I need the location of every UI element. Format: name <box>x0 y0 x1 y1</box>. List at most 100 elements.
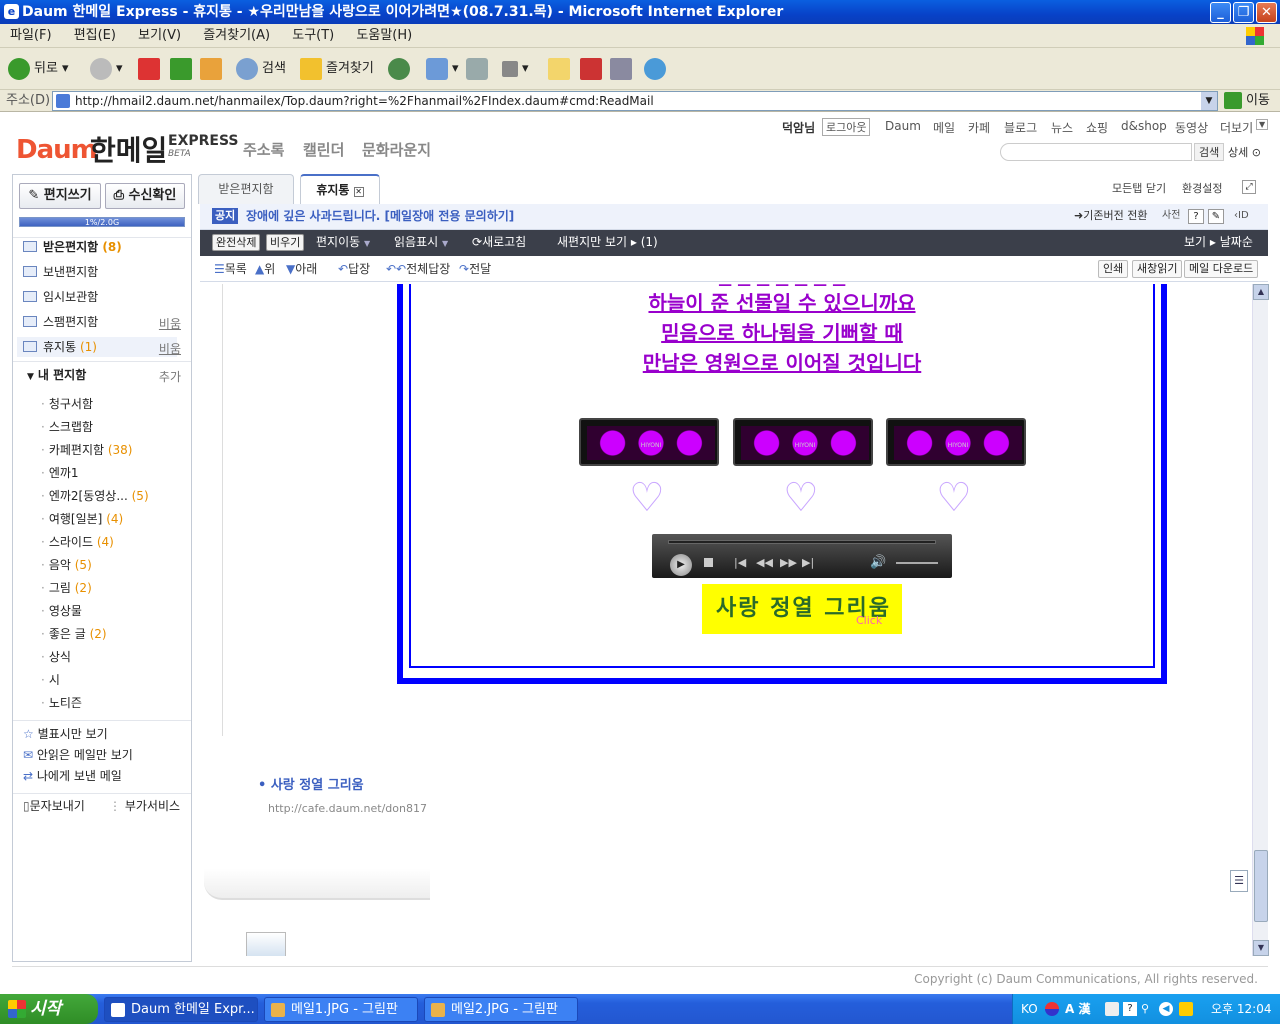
scroll-up-button[interactable]: ▲ <box>1253 284 1269 300</box>
close-button[interactable]: ✕ <box>1256 2 1277 23</box>
maximize-button[interactable]: ❐ <box>1233 2 1254 23</box>
my-folder-item[interactable]: 스라이드 (4) <box>41 533 114 551</box>
scroll-thumb[interactable] <box>1254 850 1268 922</box>
go-arrow-icon[interactable] <box>1224 92 1242 109</box>
my-folder-item[interactable]: 노티즌 <box>41 694 82 712</box>
seek-bar[interactable] <box>668 540 936 544</box>
address-input[interactable]: http://hmail2.daum.net/hanmailex/Top.dau… <box>52 91 1218 111</box>
new-only-toggle[interactable]: 새편지만 보기 ▸ (1) <box>557 230 658 254</box>
help-button[interactable]: ? <box>1188 209 1204 224</box>
refresh-mail-button[interactable]: ⟳새로고침 <box>472 230 526 254</box>
rewind-button[interactable]: ◀◀ <box>756 556 773 569</box>
my-folder-item[interactable]: 상식 <box>41 648 71 666</box>
refresh-button[interactable] <box>170 56 196 82</box>
reply-all-button[interactable]: ↶↶전체답장 <box>386 256 450 282</box>
help-tray-icon[interactable]: ? <box>1123 1002 1137 1016</box>
discuss-button[interactable] <box>548 56 574 82</box>
nav-more[interactable]: 더보기 <box>1220 119 1253 136</box>
daum-search-input[interactable] <box>1000 143 1192 161</box>
network-icon[interactable] <box>1179 1002 1193 1016</box>
my-folder-item[interactable]: 스크랩함 <box>41 418 93 436</box>
task-ie[interactable]: Daum 한메일 Expr... <box>104 997 258 1022</box>
menu-tools[interactable]: 도구(T) <box>292 28 334 43</box>
minimize-button[interactable]: _ <box>1210 2 1231 23</box>
menu-view[interactable]: 보기(V) <box>138 28 181 43</box>
close-all-tabs-button[interactable]: 모든탭 닫기 <box>1112 180 1166 196</box>
ime-icon[interactable] <box>1045 1002 1059 1016</box>
daum-logo[interactable]: Daum <box>16 135 98 165</box>
nav-shopping[interactable]: 쇼핑 <box>1086 119 1108 136</box>
speaker-icon[interactable]: ⚲ <box>1141 994 1149 1024</box>
volume-icon[interactable]: 🔊 <box>870 555 886 570</box>
my-folder-item[interactable]: 여행[일본] (4) <box>41 510 123 528</box>
id-button[interactable]: ‹ID <box>1234 204 1249 228</box>
logout-button[interactable]: 로그아웃 <box>822 118 871 136</box>
my-folders-header[interactable]: ▼ 내 편지함 <box>23 365 86 385</box>
vertical-scrollbar[interactable]: ▲ ▼ <box>1252 284 1269 956</box>
pen-icon[interactable]: ✎ <box>1208 209 1224 224</box>
starred-only-link[interactable]: ☆ 별표시만 보기 <box>23 725 108 743</box>
detail-search-button[interactable]: 상세 ⊙ <box>1228 144 1261 162</box>
menu-favorites[interactable]: 즐겨찾기(A) <box>203 28 270 43</box>
address-dropdown-icon[interactable]: ▼ <box>1201 92 1217 110</box>
reply-button[interactable]: ↶답장 <box>338 256 370 282</box>
menu-help[interactable]: 도움말(H) <box>356 28 412 43</box>
print-button[interactable]: 인쇄 <box>1098 260 1129 278</box>
fullscreen-icon[interactable]: ⤢ <box>1242 180 1256 194</box>
culture-lounge-link[interactable]: 문화라운지 <box>362 139 431 160</box>
mail-button[interactable]: ▾ <box>426 56 459 82</box>
task-paint-1[interactable]: 메일1.JPG - 그림판 <box>264 997 418 1022</box>
input-mode-icon[interactable]: A 漢 <box>1065 994 1090 1024</box>
empty-button[interactable]: 비우기 <box>266 234 305 251</box>
folder-sent[interactable]: 보낸편지함 <box>23 262 98 282</box>
my-folder-item[interactable]: 엔까1 <box>41 464 79 482</box>
research-button[interactable] <box>580 56 606 82</box>
empty-trash-button[interactable]: 비움 <box>159 340 181 357</box>
download-button[interactable]: 메일 다운로드 <box>1184 260 1259 278</box>
tools-button[interactable] <box>610 56 636 82</box>
empty-spam-button[interactable]: 비움 <box>159 315 181 332</box>
list-button[interactable]: ☰목록 <box>214 256 247 282</box>
daum-search-button[interactable]: 검색 <box>1194 143 1225 161</box>
folder-spam[interactable]: 스팸편지함 <box>23 312 98 332</box>
prev-track-button[interactable]: |◀ <box>734 556 746 569</box>
menu-file[interactable]: 파일(F) <box>10 28 52 43</box>
compose-button[interactable]: ✎ 편지쓰기 <box>19 183 101 209</box>
nav-blog[interactable]: 블로그 <box>1004 119 1037 136</box>
volume-slider[interactable] <box>896 562 938 564</box>
list-toggle-icon[interactable]: ☰ <box>1230 870 1248 892</box>
edit-button[interactable]: ▾ <box>502 56 529 82</box>
my-folder-item[interactable]: 시 <box>41 671 60 689</box>
next-mail-button[interactable]: ▼아래 <box>286 256 317 282</box>
forward-button[interactable]: ↷전달 <box>459 256 491 282</box>
print-button[interactable] <box>466 56 492 82</box>
stop-media-button[interactable] <box>704 558 713 567</box>
cafe-url-link[interactable]: http://cafe.daum.net/don817 <box>268 802 427 815</box>
nav-cafe[interactable]: 카페 <box>968 119 990 136</box>
cafe-title-link[interactable]: • 사랑 정열 그리움 <box>258 774 364 793</box>
addressbook-link[interactable]: 주소록 <box>243 139 284 160</box>
folder-inbox[interactable]: 받은편지함 (8) <box>23 237 122 257</box>
my-folder-item[interactable]: 음악 (5) <box>41 556 92 574</box>
nav-daum[interactable]: Daum <box>885 119 921 133</box>
folder-trash[interactable]: 휴지통 (1) <box>17 337 177 357</box>
language-indicator[interactable]: KO <box>1021 994 1038 1024</box>
love-banner-image[interactable]: 사랑 정열 그리움 Click <box>702 584 902 634</box>
notice-text[interactable]: 장애에 깊은 사과드립니다. [메일장애 전용 문의하기] <box>246 204 514 228</box>
view-options[interactable]: 보기 ▸ 날짜순 <box>1184 230 1253 254</box>
my-folder-item[interactable]: 영상물 <box>41 602 82 620</box>
scroll-down-button[interactable]: ▼ <box>1253 940 1269 956</box>
expand-tray-icon[interactable]: ◀ <box>1159 1002 1173 1016</box>
my-folder-item[interactable]: 엔까2[동영상... (5) <box>41 487 149 505</box>
add-folder-button[interactable]: 추가 <box>159 368 181 385</box>
forward-button[interactable]: ▾ <box>90 56 123 82</box>
my-folder-item[interactable]: 좋은 글 (2) <box>41 625 107 643</box>
tab-inbox[interactable]: 받은편지함 <box>198 174 294 204</box>
nav-mail[interactable]: 메일 <box>933 119 955 136</box>
move-folder-dropdown[interactable]: 편지이동 ▼ <box>316 230 370 256</box>
task-paint-2[interactable]: 메일2.JPG - 그림판 <box>424 997 578 1022</box>
go-button[interactable]: 이동 <box>1246 90 1270 112</box>
settings-button[interactable]: 환경설정 <box>1182 180 1222 196</box>
back-button[interactable]: 뒤로 ▾ <box>8 56 69 82</box>
nav-news[interactable]: 뉴스 <box>1051 119 1073 136</box>
